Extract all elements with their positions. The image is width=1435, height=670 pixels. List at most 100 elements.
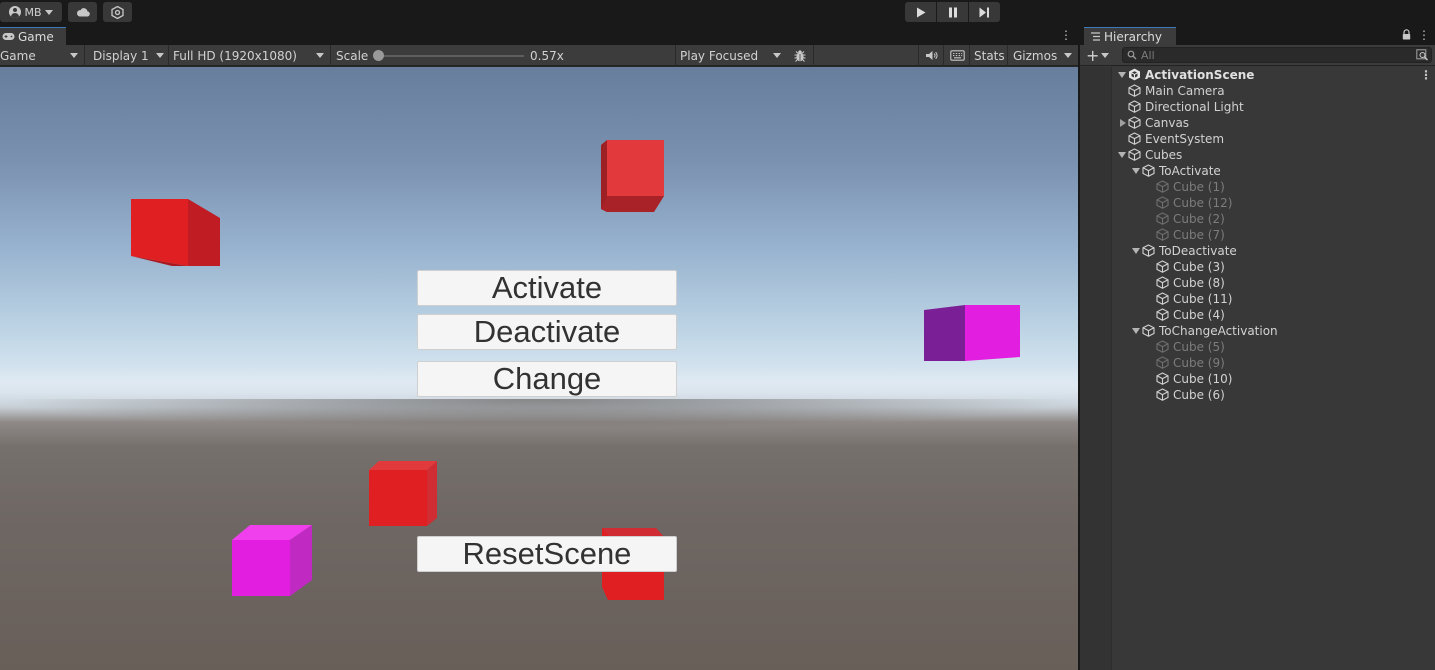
hierarchy-item-directional-light[interactable]: Directional Light bbox=[1112, 99, 1435, 115]
tab-hierarchy-label: Hierarchy bbox=[1104, 29, 1163, 44]
plus-icon: + bbox=[1086, 46, 1100, 65]
hierarchy-item-label: EventSystem bbox=[1145, 132, 1225, 146]
hierarchy-item-cube-2[interactable]: Cube (2) bbox=[1112, 211, 1435, 227]
hierarchy-item-toactivate[interactable]: ToActivate bbox=[1112, 163, 1435, 179]
game-viewport[interactable]: Activate Deactivate Change ResetScene bbox=[0, 67, 1078, 670]
hierarchy-item-label: Cube (7) bbox=[1173, 228, 1225, 242]
services-button[interactable] bbox=[103, 2, 132, 22]
hierarchy-search[interactable] bbox=[1122, 47, 1432, 63]
create-button[interactable]: + bbox=[1086, 45, 1112, 66]
gizmos-label: Gizmos bbox=[1013, 48, 1058, 63]
pause-button[interactable] bbox=[937, 2, 968, 22]
game-view-toolbar: Game Display 1 Full HD (1920x1080) Scale… bbox=[0, 45, 1078, 66]
hierarchy-item-main-camera[interactable]: Main Camera bbox=[1112, 83, 1435, 99]
panel-menu-icon[interactable]: ⋮ bbox=[1060, 29, 1072, 41]
scale-slider-track[interactable] bbox=[378, 55, 524, 57]
resolution-dropdown[interactable]: Full HD (1920x1080) bbox=[173, 45, 329, 66]
hierarchy-item-cube-9[interactable]: Cube (9) bbox=[1112, 355, 1435, 371]
pause-icon bbox=[948, 7, 957, 17]
toolbar-separator bbox=[813, 45, 814, 66]
hierarchy-panel: Hierarchy ⋮ + ActivationScene ⋮ Main Cam… bbox=[1080, 26, 1435, 670]
hierarchy-item-label: ToChangeActivation bbox=[1159, 324, 1278, 338]
hierarchy-item-label: Canvas bbox=[1145, 116, 1190, 130]
red-cube bbox=[131, 199, 220, 266]
game-tab-bar: Game ⋮ bbox=[0, 26, 1078, 45]
hierarchy-item-cube-7[interactable]: Cube (7) bbox=[1112, 227, 1435, 243]
tab-game[interactable]: Game bbox=[0, 27, 66, 45]
reset-scene-button[interactable]: ResetScene bbox=[417, 536, 677, 572]
deactivate-button[interactable]: Deactivate bbox=[417, 314, 677, 350]
gameobject-cube-icon bbox=[1128, 100, 1141, 113]
stats-button[interactable]: Stats bbox=[974, 45, 1005, 66]
collapse-arrow-icon[interactable] bbox=[1120, 119, 1126, 127]
hierarchy-tab-bar: Hierarchy ⋮ bbox=[1080, 26, 1435, 45]
hierarchy-item-cubes[interactable]: Cubes bbox=[1112, 147, 1435, 163]
magenta-cube bbox=[232, 525, 312, 596]
toolbar-separator bbox=[969, 45, 970, 66]
expand-arrow-icon[interactable] bbox=[1132, 168, 1140, 174]
hierarchy-toolbar: + bbox=[1080, 45, 1435, 66]
step-button[interactable] bbox=[969, 2, 1000, 22]
hierarchy-item-eventsystem[interactable]: EventSystem bbox=[1112, 131, 1435, 147]
frame-debugger-button[interactable] bbox=[790, 45, 810, 66]
panel-menu-icon[interactable]: ⋮ bbox=[1418, 29, 1430, 41]
scene-menu-icon[interactable]: ⋮ bbox=[1420, 69, 1432, 81]
hierarchy-item-label: Main Camera bbox=[1145, 84, 1225, 98]
hierarchy-item-cube-4[interactable]: Cube (4) bbox=[1112, 307, 1435, 323]
gameobject-cube-icon bbox=[1142, 244, 1155, 257]
gameobject-cube-icon bbox=[1156, 308, 1169, 321]
expand-arrow-icon[interactable] bbox=[1132, 328, 1140, 334]
hierarchy-item-label: Cube (6) bbox=[1173, 388, 1225, 402]
hierarchy-item-cube-5[interactable]: Cube (5) bbox=[1112, 339, 1435, 355]
hierarchy-item-tochangeactivation[interactable]: ToChangeActivation bbox=[1112, 323, 1435, 339]
gameobject-cube-icon bbox=[1156, 180, 1169, 193]
play-button[interactable] bbox=[905, 2, 936, 22]
gameobject-cube-icon bbox=[1142, 164, 1155, 177]
hierarchy-item-cube-10[interactable]: Cube (10) bbox=[1112, 371, 1435, 387]
expand-arrow-icon[interactable] bbox=[1118, 72, 1126, 78]
hierarchy-item-label: Cube (10) bbox=[1173, 372, 1233, 386]
hierarchy-item-cube-11[interactable]: Cube (11) bbox=[1112, 291, 1435, 307]
gameobject-cube-icon bbox=[1128, 148, 1141, 161]
change-button[interactable]: Change bbox=[417, 361, 677, 397]
play-mode-dropdown[interactable]: Play Focused bbox=[680, 45, 786, 66]
scene-name: ActivationScene bbox=[1145, 68, 1255, 82]
hierarchy-item-canvas[interactable]: Canvas bbox=[1112, 115, 1435, 131]
lock-icon[interactable] bbox=[1402, 29, 1411, 40]
hierarchy-item-cube-6[interactable]: Cube (6) bbox=[1112, 387, 1435, 403]
activate-button[interactable]: Activate bbox=[417, 270, 677, 306]
cloud-button[interactable] bbox=[68, 2, 97, 22]
hierarchy-item-cube-8[interactable]: Cube (8) bbox=[1112, 275, 1435, 291]
play-mode-value: Play Focused bbox=[680, 48, 759, 63]
search-input[interactable] bbox=[1141, 48, 1401, 62]
shortcuts-button[interactable] bbox=[947, 45, 967, 66]
expand-arrow-icon[interactable] bbox=[1118, 152, 1126, 158]
hierarchy-item-label: Cube (12) bbox=[1173, 196, 1233, 210]
mute-audio-button[interactable] bbox=[922, 45, 940, 66]
display-dropdown[interactable]: Display 1 bbox=[93, 45, 167, 66]
scene-header[interactable]: ActivationScene ⋮ bbox=[1112, 67, 1435, 83]
scale-slider-thumb[interactable] bbox=[373, 50, 384, 61]
gameobject-cube-icon bbox=[1156, 340, 1169, 353]
account-icon bbox=[9, 6, 22, 18]
speaker-icon bbox=[925, 51, 937, 60]
hierarchy-item-cube-3[interactable]: Cube (3) bbox=[1112, 259, 1435, 275]
find-references-icon[interactable] bbox=[1416, 49, 1429, 61]
expand-arrow-icon[interactable] bbox=[1132, 248, 1140, 254]
gameobject-cube-icon bbox=[1156, 276, 1169, 289]
chevron-down-icon bbox=[70, 53, 78, 58]
game-mode-dropdown[interactable]: Game bbox=[0, 45, 82, 66]
hierarchy-item-cube-12[interactable]: Cube (12) bbox=[1112, 195, 1435, 211]
gameobject-cube-icon bbox=[1128, 84, 1141, 97]
account-button[interactable]: MB bbox=[0, 2, 62, 22]
chevron-down-icon bbox=[44, 9, 53, 15]
hierarchy-item-todeactivate[interactable]: ToDeactivate bbox=[1112, 243, 1435, 259]
hierarchy-item-label: Cube (2) bbox=[1173, 212, 1225, 226]
gizmos-dropdown[interactable]: Gizmos bbox=[1013, 45, 1077, 66]
hierarchy-item-label: ToActivate bbox=[1159, 164, 1221, 178]
play-icon bbox=[916, 7, 925, 17]
hierarchy-item-label: Cube (11) bbox=[1173, 292, 1233, 306]
toolbar-separator bbox=[675, 45, 676, 66]
tab-hierarchy[interactable]: Hierarchy bbox=[1084, 27, 1176, 45]
hierarchy-item-cube-1[interactable]: Cube (1) bbox=[1112, 179, 1435, 195]
